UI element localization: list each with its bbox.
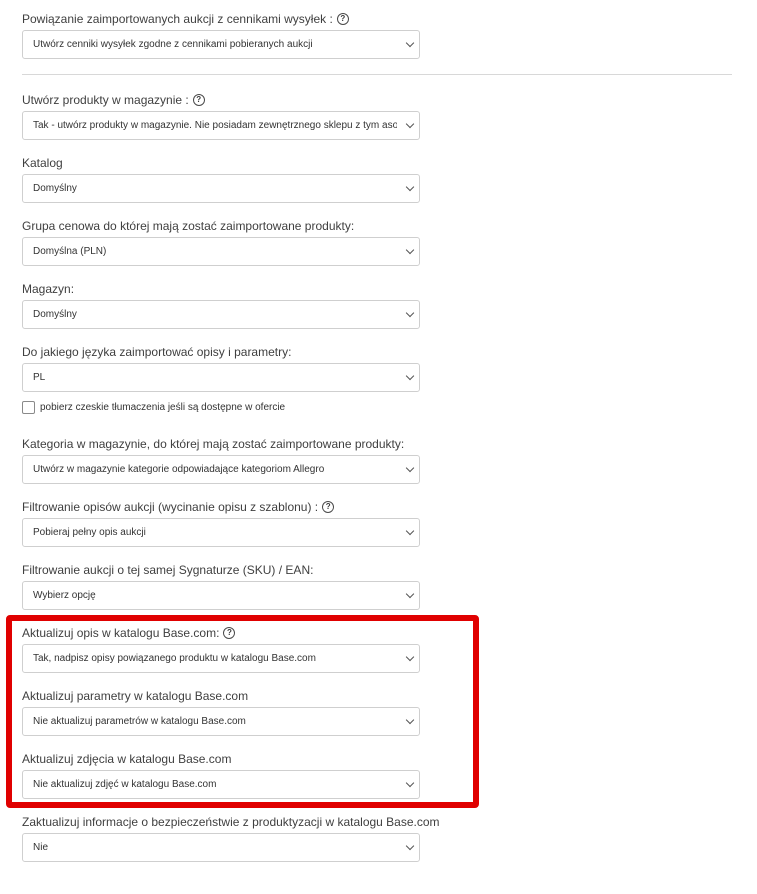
field-update-images: Aktualizuj zdjęcia w katalogu Base.com N… [22, 752, 422, 799]
field-update-description: Aktualizuj opis w katalogu Base.com: ? T… [22, 626, 422, 673]
field-label: Zaktualizuj informacje o bezpieczeństwie… [22, 815, 440, 829]
select-value: Wybierz opcję [33, 590, 96, 601]
catalog-select[interactable]: Domyślny [22, 174, 420, 203]
select-value: Tak, nadpisz opisy powiązanego produktu … [33, 653, 316, 664]
field-update-safety-info: Zaktualizuj informacje o bezpieczeństwie… [22, 815, 440, 862]
help-icon[interactable]: ? [192, 94, 205, 106]
shipping-price-lists-select[interactable]: Utwórz cenniki wysyłek zgodne z cennikam… [22, 30, 420, 59]
create-products-select[interactable]: Tak - utwórz produkty w magazynie. Nie p… [22, 111, 420, 140]
warehouse-category-select[interactable]: Utwórz w magazynie kategorie odpowiadają… [22, 455, 420, 484]
field-create-products: Utwórz produkty w magazynie : ? Tak - ut… [22, 93, 422, 140]
field-label: Aktualizuj opis w katalogu Base.com: [22, 626, 220, 640]
field-language: Do jakiego języka zaimportować opisy i p… [22, 345, 422, 392]
select-value: Domyślna (PLN) [33, 246, 107, 257]
help-icon[interactable]: ? [223, 627, 236, 639]
select-value: Pobieraj pełny opis aukcji [33, 527, 146, 538]
description-filter-select[interactable]: Pobieraj pełny opis aukcji [22, 518, 420, 547]
select-value: Utwórz w magazynie kategorie odpowiadają… [33, 464, 325, 475]
select-value: PL [33, 372, 46, 383]
field-description-filter: Filtrowanie opisów aukcji (wycinanie opi… [22, 500, 422, 547]
field-warehouse-category: Kategoria w magazynie, do której mają zo… [22, 437, 422, 484]
field-label: Utwórz produkty w magazynie : [22, 93, 189, 107]
chevron-down-icon [405, 308, 415, 318]
chevron-down-icon [405, 841, 415, 851]
select-value: Nie [33, 842, 49, 853]
help-icon[interactable]: ? [336, 13, 349, 25]
field-label: Grupa cenowa do której mają zostać zaimp… [22, 219, 355, 233]
update-safety-info-select[interactable]: Nie [22, 833, 420, 862]
field-label: Aktualizuj zdjęcia w katalogu Base.com [22, 752, 232, 766]
field-price-group: Grupa cenowa do której mają zostać zaimp… [22, 219, 422, 266]
chevron-down-icon [405, 652, 415, 662]
field-catalog: Katalog Domyślny [22, 156, 422, 203]
field-label: Filtrowanie aukcji o tej samej Sygnaturz… [22, 563, 314, 577]
czech-translations-checkbox-row[interactable]: pobierz czeskie tłumaczenia jeśli są dos… [22, 401, 285, 414]
select-value: Utwórz cenniki wysyłek zgodne z cennikam… [33, 39, 313, 50]
field-label: Katalog [22, 156, 63, 170]
field-label: Do jakiego języka zaimportować opisy i p… [22, 345, 292, 359]
field-label: Kategoria w magazynie, do której mają zo… [22, 437, 405, 451]
price-group-select[interactable]: Domyślna (PLN) [22, 237, 420, 266]
chevron-down-icon [405, 715, 415, 725]
warehouse-select[interactable]: Domyślny [22, 300, 420, 329]
select-value: Tak - utwórz produkty w magazynie. Nie p… [33, 120, 397, 131]
field-warehouse: Magazyn: Domyślny [22, 282, 422, 329]
chevron-down-icon [405, 589, 415, 599]
chevron-down-icon [405, 463, 415, 473]
update-parameters-select[interactable]: Nie aktualizuj parametrów w katalogu Bas… [22, 707, 420, 736]
chevron-down-icon [405, 778, 415, 788]
field-label: Magazyn: [22, 282, 75, 296]
chevron-down-icon [405, 182, 415, 192]
language-select[interactable]: PL [22, 363, 420, 392]
chevron-down-icon [405, 245, 415, 255]
field-label: Powiązanie zaimportowanych aukcji z cenn… [22, 12, 333, 26]
select-value: Nie aktualizuj parametrów w katalogu Bas… [33, 716, 246, 727]
update-description-select[interactable]: Tak, nadpisz opisy powiązanego produktu … [22, 644, 420, 673]
chevron-down-icon [405, 371, 415, 381]
select-value: Nie aktualizuj zdjęć w katalogu Base.com [33, 779, 217, 790]
field-sku-ean-filter: Filtrowanie aukcji o tej samej Sygnaturz… [22, 563, 422, 610]
chevron-down-icon [405, 119, 415, 129]
field-label: Aktualizuj parametry w katalogu Base.com [22, 689, 249, 703]
field-update-parameters: Aktualizuj parametry w katalogu Base.com… [22, 689, 422, 736]
field-shipping-price-lists: Powiązanie zaimportowanych aukcji z cenn… [22, 12, 422, 59]
sku-ean-filter-select[interactable]: Wybierz opcję [22, 581, 420, 610]
select-value: Domyślny [33, 309, 77, 320]
chevron-down-icon [405, 526, 415, 536]
help-icon[interactable]: ? [322, 501, 335, 513]
field-label: Filtrowanie opisów aukcji (wycinanie opi… [22, 500, 319, 514]
checkbox-label: pobierz czeskie tłumaczenia jeśli są dos… [40, 402, 286, 413]
select-value: Domyślny [33, 183, 77, 194]
chevron-down-icon [405, 38, 415, 48]
czech-translations-checkbox[interactable] [22, 401, 35, 414]
update-images-select[interactable]: Nie aktualizuj zdjęć w katalogu Base.com [22, 770, 420, 799]
section-divider [22, 74, 732, 75]
